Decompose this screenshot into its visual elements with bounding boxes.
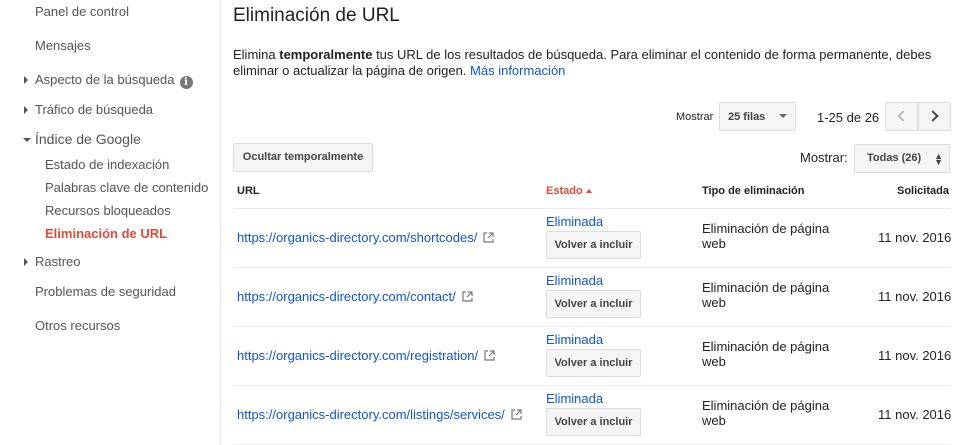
status-link[interactable]: Eliminada [546, 332, 603, 347]
nav-url-removal[interactable]: Eliminación de URL [45, 226, 167, 241]
url-link[interactable]: https://organics-directory.com/contact/ [237, 289, 456, 304]
requested-date: 11 nov. 2016 [878, 289, 952, 304]
page-title: Eliminación de URL [233, 5, 400, 26]
desc-pre: Elimina [233, 47, 280, 62]
nav-security[interactable]: Problemas de seguridad [35, 284, 176, 299]
table-row: https://organics-directory.com/registrat… [221, 326, 978, 385]
col-header-status-label: Estado [546, 185, 583, 197]
dropdown-arrow-icon [779, 114, 787, 118]
sort-asc-icon [585, 189, 592, 193]
external-link-icon[interactable] [483, 232, 494, 243]
filter-select-value: Todas (26) [867, 152, 922, 164]
url-cell: https://organics-directory.com/listings/… [237, 407, 522, 422]
info-icon[interactable]: i [179, 76, 193, 89]
removal-type: Eliminación de página web [702, 398, 830, 428]
nav-blocked-resources[interactable]: Recursos bloqueados [45, 203, 171, 218]
nav-search-traffic[interactable]: Tráfico de búsqueda [35, 102, 153, 117]
description: Elimina temporalmente tus URL de los res… [233, 47, 968, 79]
reinclude-button[interactable]: Volver a incluir [546, 408, 641, 436]
url-cell: https://organics-directory.com/contact/ [237, 289, 473, 304]
table-row: https://organics-directory.com/listings/… [221, 385, 978, 444]
external-link-icon[interactable] [511, 409, 522, 420]
caret-down-icon [23, 138, 31, 142]
nav-google-index[interactable]: Índice de Google [35, 131, 141, 147]
nav-messages[interactable]: Mensajes [35, 38, 91, 53]
col-header-status[interactable]: Estado [546, 185, 592, 197]
url-link[interactable]: https://organics-directory.com/registrat… [237, 348, 478, 363]
nav-panel[interactable]: Panel de control [35, 4, 129, 19]
chevron-left-icon [897, 110, 909, 122]
hide-temporarily-button[interactable]: Ocultar temporalmente [233, 143, 373, 172]
filter-label: Mostrar: [800, 150, 848, 165]
nav-search-appearance-label: Aspecto de la búsqueda [35, 72, 175, 87]
main-content: Eliminación de URL Elimina temporalmente… [221, 0, 978, 445]
url-link[interactable]: https://organics-directory.com/shortcode… [237, 230, 477, 245]
caret-right-icon [24, 76, 28, 84]
removal-type: Eliminación de página web [702, 280, 830, 310]
caret-right-icon [24, 106, 28, 114]
requested-date: 11 nov. 2016 [878, 348, 952, 363]
reinclude-button[interactable]: Volver a incluir [546, 231, 641, 259]
desc-bold: temporalmente [279, 47, 373, 62]
rows-select[interactable]: 25 filas [719, 102, 796, 131]
removal-type: Eliminación de página web [702, 339, 830, 369]
col-header-url[interactable]: URL [237, 185, 260, 197]
sidebar: Panel de control Mensajes Aspecto de la … [0, 0, 221, 445]
url-cell: https://organics-directory.com/shortcode… [237, 230, 494, 245]
nav-search-appearance[interactable]: Aspecto de la búsqueda i [35, 72, 193, 89]
updown-arrows-icon: ▲ ▼ [934, 151, 943, 167]
nav-index-status[interactable]: Estado de indexación [45, 157, 169, 172]
requested-date: 11 nov. 2016 [878, 230, 952, 245]
requested-date: 11 nov. 2016 [878, 407, 952, 422]
next-page-button[interactable] [918, 102, 951, 131]
external-link-icon[interactable] [462, 291, 473, 302]
filter-select[interactable]: Todas (26) ▲ ▼ [854, 144, 950, 173]
nav-content-keywords[interactable]: Palabras clave de contenido [45, 180, 208, 195]
chevron-right-icon [927, 110, 939, 122]
nav-crawl[interactable]: Rastreo [35, 254, 81, 269]
rows-select-value: 25 filas [728, 111, 766, 123]
caret-right-icon [24, 258, 28, 266]
status-link[interactable]: Eliminada [546, 214, 603, 229]
col-header-type[interactable]: Tipo de eliminación [702, 185, 804, 197]
table-row: https://organics-directory.com/shortcode… [221, 208, 978, 267]
col-header-requested[interactable]: Solicitada [897, 185, 949, 197]
table-row: https://organics-directory.com/contact/ … [221, 267, 978, 326]
reinclude-button[interactable]: Volver a incluir [546, 290, 641, 318]
rows-label: Mostrar [676, 111, 714, 123]
removal-type: Eliminación de página web [702, 221, 830, 251]
status-link[interactable]: Eliminada [546, 273, 603, 288]
status-link[interactable]: Eliminada [546, 391, 603, 406]
page-range: 1-25 de 26 [817, 110, 880, 125]
nav-other-resources[interactable]: Otros recursos [35, 318, 120, 333]
external-link-icon[interactable] [484, 350, 495, 361]
prev-page-button[interactable] [885, 102, 918, 131]
url-cell: https://organics-directory.com/registrat… [237, 348, 495, 363]
reinclude-button[interactable]: Volver a incluir [546, 349, 641, 377]
url-link[interactable]: https://organics-directory.com/listings/… [237, 407, 505, 422]
more-info-link[interactable]: Más información [470, 63, 565, 78]
